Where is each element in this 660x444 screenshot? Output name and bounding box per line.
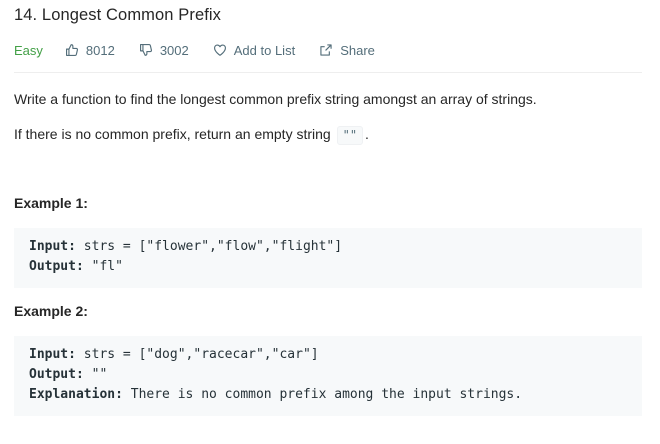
output-value: "" bbox=[83, 367, 108, 382]
example-2-output-line: Output: "" bbox=[29, 365, 627, 385]
difficulty-badge: Easy bbox=[14, 42, 43, 58]
input-label: Input: bbox=[29, 347, 76, 362]
example-2-explanation-line: Explanation: There is no common prefix a… bbox=[29, 385, 627, 405]
example-2-input-line: Input: strs = ["dog","racecar","car"] bbox=[29, 345, 627, 365]
example-1-input-line: Input: strs = ["flower","flow","flight"] bbox=[29, 237, 627, 257]
example-2-title: Example 2: bbox=[14, 303, 88, 319]
like-button[interactable]: 8012 bbox=[65, 43, 115, 58]
share-icon bbox=[320, 44, 332, 56]
input-value: strs = ["flower","flow","flight"] bbox=[75, 239, 343, 254]
dislike-count: 3002 bbox=[159, 42, 189, 58]
thumbs-down-icon bbox=[139, 44, 152, 56]
explanation-label: Explanation: bbox=[29, 387, 123, 402]
example-2-code-block: Input: strs = ["dog","racecar","car"] Ou… bbox=[14, 336, 642, 416]
description-paragraph-empty-case: If there is no common prefix, return an … bbox=[14, 124, 369, 145]
problem-title: 14. Longest Common Prefix bbox=[14, 6, 222, 24]
output-value: "fl" bbox=[83, 259, 123, 274]
example-1-output-line: Output: "fl" bbox=[29, 257, 627, 277]
share-label: Share bbox=[340, 42, 375, 58]
dislike-button[interactable]: 3002 bbox=[139, 43, 189, 58]
description-period: . bbox=[365, 126, 369, 142]
input-value: strs = ["dog","racecar","car"] bbox=[75, 347, 319, 362]
example-1-title: Example 1: bbox=[14, 195, 88, 211]
like-count: 8012 bbox=[85, 42, 115, 58]
share-button[interactable]: Share bbox=[319, 43, 375, 58]
inline-code: "" bbox=[336, 126, 364, 145]
problem-meta-bar: Easy 8012 3002 Add to List Share bbox=[14, 40, 399, 60]
output-label: Output: bbox=[29, 259, 84, 274]
divider bbox=[14, 72, 642, 73]
description-paragraph: Write a function to find the longest com… bbox=[14, 91, 537, 107]
description-text: If there is no common prefix, return an … bbox=[14, 126, 331, 142]
heart-icon bbox=[213, 44, 226, 56]
add-to-list-label: Add to List bbox=[233, 42, 296, 58]
output-label: Output: bbox=[29, 367, 84, 382]
explanation-value: There is no common prefix among the inpu… bbox=[122, 387, 523, 402]
example-1-code-block: Input: strs = ["flower","flow","flight"]… bbox=[14, 228, 642, 288]
input-label: Input: bbox=[29, 239, 76, 254]
thumbs-up-icon bbox=[65, 44, 78, 56]
add-to-list-button[interactable]: Add to List bbox=[213, 43, 295, 58]
problem-page: 14. Longest Common Prefix Easy 8012 3002… bbox=[0, 0, 660, 444]
